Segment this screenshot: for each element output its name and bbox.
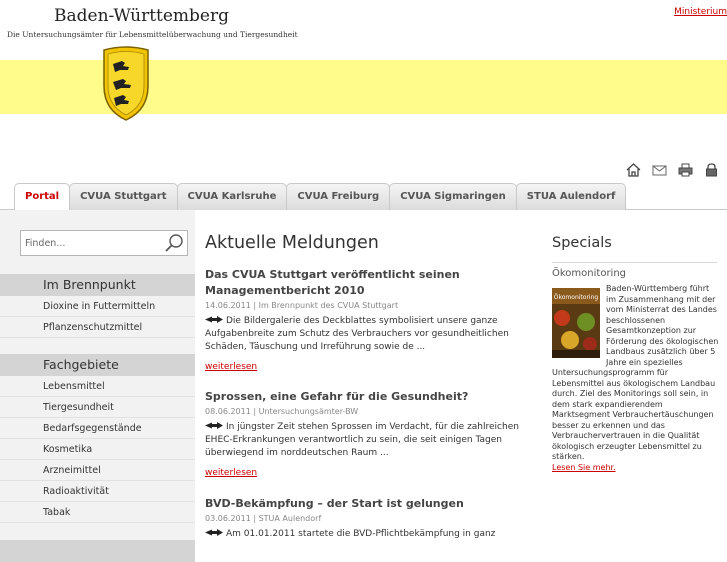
page-title: Aktuelle Meldungen [205, 233, 379, 253]
specials-title: Specials [552, 235, 612, 251]
news-meta: 03.06.2011 | STUA Aulendorf [205, 514, 322, 523]
nav-item-pflanzenschutzmittel[interactable]: Pflanzenschutzmittel [0, 317, 195, 338]
news-item: BVD-Bekämpfung – der Start ist gelungen … [205, 496, 525, 541]
nav-heading-more [0, 540, 195, 562]
nav-item-lebensmittel[interactable]: Lebensmittel [0, 376, 195, 397]
arrow-icon [205, 529, 223, 536]
news-meta: 08.06.2011 | Untersuchungsämter-BW [205, 407, 359, 416]
tab-cvua-karlsruhe[interactable]: CVUA Karlsruhe [176, 183, 288, 210]
tab-cvua-sigmaringen[interactable]: CVUA Sigmaringen [389, 183, 517, 210]
nav-item-tabak[interactable]: Tabak [0, 502, 195, 523]
sidebar: Im Brennpunkt Dioxine in Futtermitteln P… [0, 210, 195, 562]
header: Baden-Württemberg Die Untersuchungsämter… [0, 0, 727, 180]
tab-stua-aulendorf[interactable]: STUA Aulendorf [515, 183, 627, 210]
news-title[interactable]: Das CVUA Stuttgart veröffentlicht seinen… [205, 267, 525, 299]
okomonitoring-thumbnail[interactable]: Ökomonitoring [552, 288, 600, 358]
nav-item-dioxine[interactable]: Dioxine in Futtermitteln [0, 296, 195, 317]
nav-item-radioaktivitaet[interactable]: Radioaktivität [0, 481, 195, 502]
news-text: Die Bildergalerie des Deckblattes symbol… [205, 315, 525, 354]
nav-item-tiergesundheit[interactable]: Tiergesundheit [0, 397, 195, 418]
coat-of-arms-icon[interactable] [100, 46, 152, 122]
news-text-body: In jüngster Zeit stehen Sprossen im Verd… [205, 422, 519, 458]
ministry-link[interactable]: Ministerium [674, 7, 727, 17]
news-text-body: Am 01.01.2011 startete die BVD-Pflichtbe… [226, 529, 496, 539]
arrow-icon [205, 422, 223, 429]
news-meta: 14.06.2011 | Im Brennpunkt des CVUA Stut… [205, 301, 399, 310]
search-input[interactable] [25, 235, 160, 251]
site-title[interactable]: Baden-Württemberg [54, 6, 229, 26]
tab-cvua-freiburg[interactable]: CVUA Freiburg [286, 183, 391, 210]
news-item: Sprossen, eine Gefahr für die Gesundheit… [205, 389, 525, 479]
lock-icon[interactable] [704, 162, 719, 177]
specials-subtitle[interactable]: Ökomonitoring [552, 268, 626, 279]
mail-icon[interactable] [652, 162, 667, 176]
tab-portal[interactable]: Portal [14, 183, 71, 211]
thumb-label: Ökomonitoring [554, 294, 599, 301]
news-text: In jüngster Zeit stehen Sprossen im Verd… [205, 421, 525, 460]
read-more-link[interactable]: Lesen Sie mehr. [552, 463, 616, 472]
search-icon[interactable] [164, 233, 184, 253]
divider [552, 262, 717, 263]
tool-icons [626, 162, 719, 177]
news-text-body: Die Bildergalerie des Deckblattes symbol… [205, 316, 509, 352]
search-box [20, 230, 188, 256]
news-title[interactable]: Sprossen, eine Gefahr für die Gesundheit… [205, 389, 525, 405]
nav-item-arzneimittel[interactable]: Arzneimittel [0, 460, 195, 481]
news-text: Am 01.01.2011 startete die BVD-Pflichtbe… [205, 528, 525, 541]
news-title[interactable]: BVD-Bekämpfung – der Start ist gelungen [205, 496, 525, 512]
arrow-icon [205, 316, 223, 323]
nav-heading-fachgebiete: Fachgebiete [0, 354, 195, 376]
nav-item-bedarfsgegenstaende[interactable]: Bedarfsgegenstände [0, 418, 195, 439]
home-icon[interactable] [626, 162, 641, 177]
read-more-link[interactable]: weiterlesen [205, 468, 257, 478]
print-icon[interactable] [678, 162, 693, 177]
nav-item-kosmetika[interactable]: Kosmetika [0, 439, 195, 460]
tab-cvua-stuttgart[interactable]: CVUA Stuttgart [69, 183, 178, 210]
news-item: Das CVUA Stuttgart veröffentlicht seinen… [205, 267, 525, 373]
read-more-link[interactable]: weiterlesen [205, 362, 257, 372]
nav-heading-brennpunkt: Im Brennpunkt [0, 274, 195, 296]
site-subtitle: Die Untersuchungsämter für Lebensmittelü… [7, 30, 298, 39]
tab-bar: Portal CVUA Stuttgart CVUA Karlsruhe CVU… [14, 183, 627, 211]
